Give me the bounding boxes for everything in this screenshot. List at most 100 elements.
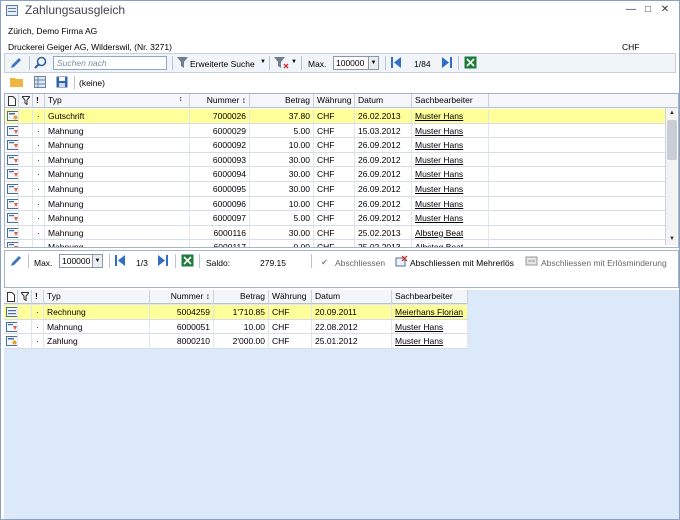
- table-row[interactable]: · Mahnung 6000096 10.00 CHF 26.09.2012 Muster …: [5, 196, 665, 212]
- cell-typ: Mahnung: [45, 138, 190, 153]
- cell-betrag: 10.00: [250, 196, 314, 211]
- col-waehrung[interactable]: Währung: [269, 290, 312, 304]
- chevron-down-icon[interactable]: ▼: [291, 59, 297, 65]
- grid1-scrollbar[interactable]: ▲ ▼: [665, 108, 677, 245]
- advanced-search-button[interactable]: Erweiterte Suche: [190, 59, 255, 69]
- last-page-icon[interactable]: [441, 56, 453, 69]
- cell-betrag: 30.00: [250, 167, 314, 182]
- max-dropdown-chevron-icon[interactable]: ▼: [92, 254, 103, 268]
- cell-waehrung: CHF: [314, 196, 355, 211]
- excel-export-icon[interactable]: [181, 254, 194, 267]
- chevron-down-icon[interactable]: ▼: [260, 59, 266, 65]
- cell-typ: Zahlung: [44, 334, 150, 349]
- first-page-icon[interactable]: [390, 56, 402, 69]
- table-row[interactable]: · Gutschrift 7000026 37.80 CHF 26.02.2013 Must…: [5, 109, 665, 124]
- cell-betrag: 0.00: [250, 240, 314, 247]
- cell-datum: 26.02.2013: [355, 109, 412, 123]
- cell-sachbearbeiter-link[interactable]: Muster Hans: [412, 138, 489, 153]
- table-row[interactable]: · Mahnung 6000094 30.00 CHF 26.09.2012 Muster …: [5, 167, 665, 182]
- search-icon[interactable]: [34, 56, 47, 69]
- edit-pencil-icon[interactable]: [9, 254, 23, 268]
- col-nummer[interactable]: Nummer ↕: [150, 290, 214, 304]
- close-button[interactable]: Abschliessen: [335, 258, 385, 268]
- col-typ[interactable]: Typ: [44, 290, 150, 304]
- filter-column-icon[interactable]: [19, 94, 33, 108]
- table-row[interactable]: · Mahnung 6000092 10.00 CHF 26.09.2012 Muster …: [5, 138, 665, 153]
- save-icon[interactable]: [56, 76, 68, 88]
- excel-export-icon[interactable]: [464, 56, 477, 69]
- cell-sachbearbeiter-link[interactable]: Muster Hans: [412, 167, 489, 182]
- folder-icon[interactable]: [10, 76, 23, 88]
- cell-sachbearbeiter-link[interactable]: Muster Hans: [412, 152, 489, 167]
- last-page-icon[interactable]: [157, 254, 169, 267]
- table-row[interactable]: · Mahnung 6000093 30.00 CHF 26.09.2012 Muster …: [5, 152, 665, 168]
- col-betrag[interactable]: Betrag: [250, 94, 314, 108]
- table-row[interactable]: · Mahnung 6000029 5.00 CHF 15.03.2012 Muster H…: [5, 123, 665, 139]
- scroll-thumb[interactable]: [667, 120, 677, 160]
- filter-remove-icon[interactable]: [274, 56, 289, 69]
- scroll-down-icon[interactable]: ▼: [666, 234, 678, 245]
- cell-sachbearbeiter-link[interactable]: Muster Hans: [412, 123, 489, 138]
- cell-sachbearbeiter-link[interactable]: Muster Hans: [412, 182, 489, 196]
- col-datum[interactable]: Datum: [312, 290, 392, 304]
- max-input[interactable]: 100000: [333, 56, 369, 70]
- col-nummer[interactable]: Nummer ↕: [190, 94, 250, 108]
- matched-items-grid: ! Typ Nummer ↕ Betrag Währung Datum Sach…: [4, 290, 468, 349]
- close-less-button[interactable]: Abschliessen mit Erlösminderung: [541, 258, 667, 268]
- cell-sachbearbeiter-link[interactable]: Muster Hans: [412, 196, 489, 211]
- minimize-icon[interactable]: —: [625, 4, 637, 16]
- max-label: Max.: [308, 59, 327, 69]
- col-typ[interactable]: Typ: [45, 94, 190, 108]
- cell-sachbearbeiter-link[interactable]: Albsteg Beat: [412, 240, 489, 247]
- layout-grid-icon[interactable]: [34, 76, 46, 88]
- max-input[interactable]: 100000: [59, 254, 93, 268]
- cell-sachbearbeiter-link[interactable]: Muster Hans: [412, 109, 489, 123]
- row-type-icon: [5, 152, 19, 167]
- table-row[interactable]: · Mahnung 6000097 5.00 CHF 26.09.2012 Muster H…: [5, 211, 665, 226]
- cell-typ: Mahnung: [45, 167, 190, 182]
- col-betrag[interactable]: Betrag: [214, 290, 269, 304]
- close-more-button[interactable]: Abschliessen mit Mehrerlös: [410, 258, 514, 268]
- doc-column-icon[interactable]: [5, 94, 19, 108]
- filter-icon[interactable]: [177, 56, 188, 69]
- search-input[interactable]: Suchen nach: [53, 56, 167, 70]
- cell-sachbearbeiter-link[interactable]: Meierhans Florian: [392, 305, 468, 319]
- col-sachbearbeiter[interactable]: Sachbearbeiter: [392, 290, 468, 304]
- cell-nummer: 6000096: [190, 196, 250, 211]
- table-row[interactable]: · Mahnung 6000116 30.00 CHF 25.02.2013 Albsteg…: [5, 225, 665, 241]
- col-waehrung[interactable]: Währung: [314, 94, 355, 108]
- row-type-icon: [5, 138, 19, 153]
- col-sachbearbeiter[interactable]: Sachbearbeiter: [412, 94, 489, 108]
- cell-waehrung: CHF: [269, 319, 312, 334]
- cell-datum: 25.01.2012: [312, 334, 392, 349]
- table-row[interactable]: · Mahnung 6000051 10.00 CHF 22.08.2012 Muster …: [4, 319, 468, 335]
- maximize-icon[interactable]: □: [642, 4, 654, 16]
- close-more-icon[interactable]: [395, 255, 408, 267]
- cell-sachbearbeiter-link[interactable]: Muster Hans: [412, 211, 489, 226]
- col-datum[interactable]: Datum: [355, 94, 412, 108]
- close-less-icon[interactable]: [525, 255, 538, 267]
- close-icon[interactable]: ✕: [659, 4, 671, 16]
- reminder-doc-icon: [7, 227, 18, 238]
- cell-sachbearbeiter-link[interactable]: Muster Hans: [392, 319, 468, 334]
- first-page-icon[interactable]: [114, 254, 126, 267]
- cell-sachbearbeiter-link[interactable]: Albsteg Beat: [412, 225, 489, 240]
- doc-column-icon[interactable]: [4, 290, 18, 304]
- filter-column-icon[interactable]: [18, 290, 32, 304]
- table-row[interactable]: · Mahnung 6000095 30.00 CHF 26.09.2012 Muster …: [5, 182, 665, 197]
- table-row[interactable]: · Rechnung 5004259 1'710.85 CHF 20.09.2011 Mei…: [4, 305, 468, 320]
- table-row[interactable]: · Mahnung 6000117 0.00 CHF 25.02.2013 Albsteg …: [5, 240, 665, 247]
- max-dropdown-chevron-icon[interactable]: ▼: [368, 56, 379, 70]
- scroll-up-icon[interactable]: ▲: [666, 108, 678, 119]
- cell-sachbearbeiter-link[interactable]: Muster Hans: [392, 334, 468, 349]
- cell-typ: Mahnung: [45, 152, 190, 167]
- table-row[interactable]: · Zahlung 8000210 2'000.00 CHF 25.01.2012 Must…: [4, 334, 468, 349]
- cell-waehrung: CHF: [314, 240, 355, 247]
- app-icon: [6, 5, 18, 16]
- grid2-header: ! Typ Nummer ↕ Betrag Währung Datum Sach…: [4, 290, 468, 304]
- sort-icon[interactable]: ↕: [179, 96, 183, 103]
- edit-pencil-icon[interactable]: [9, 56, 23, 70]
- priority-column-icon[interactable]: !: [32, 290, 44, 304]
- priority-column-icon[interactable]: !: [33, 94, 45, 108]
- cell-datum: 26.09.2012: [355, 138, 412, 153]
